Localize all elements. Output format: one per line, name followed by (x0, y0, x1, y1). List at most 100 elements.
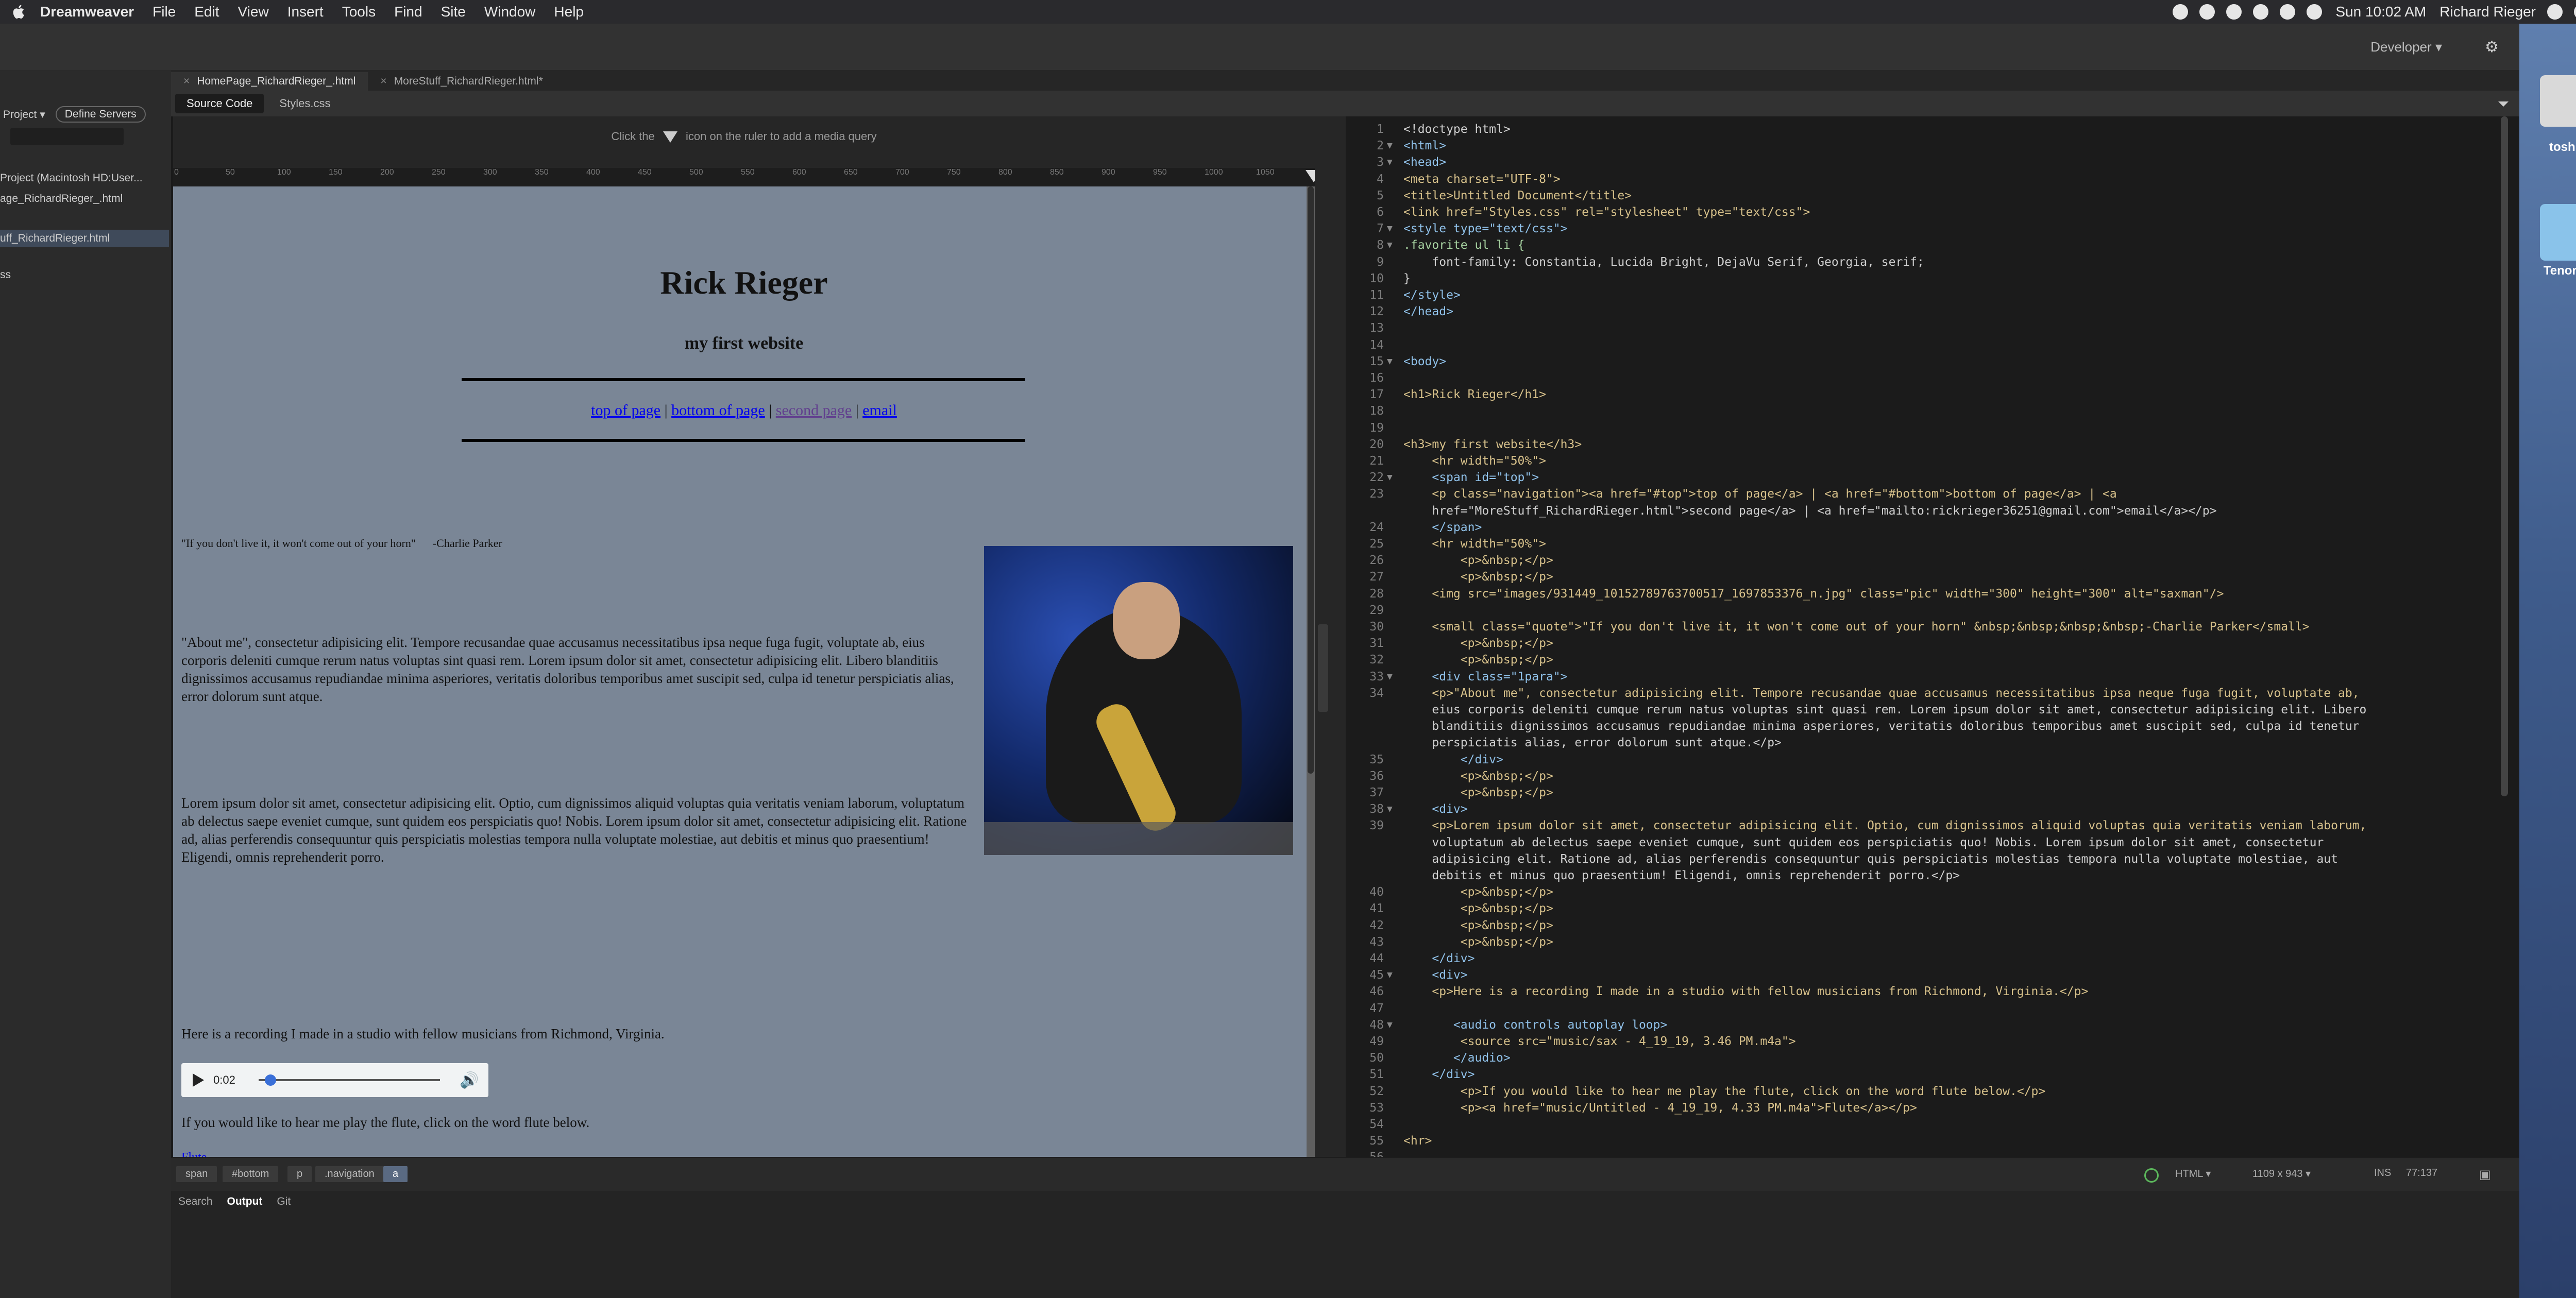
code-line[interactable]: href="MoreStuff_RichardRieger.html">seco… (1403, 504, 2216, 518)
tab-output[interactable]: Output (220, 1193, 270, 1210)
files-tree-root[interactable]: Project (Macintosh HD:User... (0, 172, 143, 184)
code-line[interactable]: </audio> (1403, 1051, 1511, 1065)
view-splitter[interactable] (1315, 116, 1346, 1157)
code-line[interactable]: .favorite ul li { (1403, 238, 1524, 252)
code-line[interactable]: <p>&nbsp;</p> (1403, 786, 1553, 799)
code-line[interactable]: <h1>Rick Rieger</h1> (1403, 388, 1546, 401)
code-line[interactable]: </div> (1403, 753, 1503, 766)
code-view[interactable]: 1 <!doctype html> 2 ▼ <html> 3 ▼ <head> 4 <meta c… (1346, 116, 2519, 1164)
close-icon[interactable]: × (380, 75, 386, 87)
scrollbar-thumb[interactable] (1308, 186, 1314, 774)
code-line[interactable]: <p>&nbsp;</p> (1403, 935, 1553, 949)
tab-homepage[interactable]: × HomePage_RichardRieger_.html (171, 72, 368, 91)
folder-label[interactable]: Tenor Sax (2519, 264, 2576, 278)
code-line[interactable]: </div> (1403, 1068, 1475, 1081)
splitter-grip[interactable] (1318, 624, 1328, 712)
menu-help[interactable]: Help (554, 4, 584, 20)
menu-insert[interactable]: Insert (287, 4, 324, 20)
fold-toggle-icon[interactable]: ▼ (1387, 1019, 1393, 1030)
code-line[interactable]: <hr> (1403, 1134, 1432, 1148)
code-line[interactable]: </span> (1403, 521, 1482, 534)
menu-view[interactable]: View (238, 4, 269, 20)
folder-icon[interactable] (2540, 204, 2576, 261)
ruler[interactable]: 0 50 100 150 200 250 300 350 400 450 500 550 600 650 7… (173, 168, 1322, 186)
code-line[interactable]: <hr width="50%"> (1403, 537, 1546, 551)
code-line[interactable]: <p>&nbsp;</p> (1403, 919, 1553, 932)
document-type-select[interactable]: HTML ▾ (2175, 1167, 2211, 1180)
code-line[interactable]: <span id="top"> (1403, 471, 1539, 484)
airplay-icon[interactable] (2280, 4, 2296, 20)
window-size-select[interactable]: 1109 x 943 ▾ (2252, 1167, 2311, 1180)
preview-icon[interactable]: ▣ (2479, 1167, 2491, 1182)
close-icon[interactable]: × (183, 75, 190, 87)
code-line[interactable]: </head> (1403, 305, 1453, 318)
code-line[interactable]: <img src="images/931449_1015278976370051… (1403, 587, 2224, 601)
code-line[interactable]: <p>&nbsp;</p> (1403, 653, 1553, 667)
siri-icon[interactable] (2574, 4, 2576, 20)
code-line[interactable]: <title>Untitled Document</title> (1403, 189, 1632, 202)
code-line[interactable]: <p>&nbsp;</p> (1403, 637, 1553, 650)
code-line[interactable]: voluptatum ab delectus saepe eveniet cum… (1403, 836, 2324, 849)
code-line[interactable]: <p>If you would like to hear me play the… (1403, 1085, 2045, 1098)
code-line[interactable]: </style> (1403, 288, 1461, 302)
code-view-scrollbar[interactable] (2501, 116, 2508, 796)
bluetooth-icon[interactable] (2226, 4, 2242, 20)
wifi-icon[interactable] (2253, 4, 2269, 20)
menu-site[interactable]: Site (441, 4, 466, 20)
code-line[interactable]: <audio controls autoplay loop> (1403, 1018, 1667, 1032)
play-icon[interactable] (193, 1073, 204, 1087)
nav-email-link[interactable]: email (862, 402, 897, 419)
menu-clock[interactable]: Sun 10:02 AM (2335, 4, 2426, 20)
code-line[interactable]: <body> (1403, 355, 1446, 368)
files-tree-item[interactable]: age_RichardRieger_.html (0, 193, 123, 205)
code-line[interactable]: <div> (1403, 968, 1467, 982)
files-tree-item[interactable]: ss (0, 269, 11, 281)
project-dropdown[interactable]: Project ▾ (3, 108, 45, 121)
tag-selector-span[interactable]: span (176, 1166, 217, 1182)
code-line[interactable]: <div class="1para"> (1403, 670, 1567, 684)
related-styles-css[interactable]: Styles.css (268, 94, 342, 113)
audio-progress-knob[interactable] (265, 1074, 276, 1086)
code-line[interactable]: <h3>my first website</h3> (1403, 438, 1582, 451)
tab-morestuff[interactable]: × MoreStuff_RichardRieger.html* (368, 72, 555, 91)
flute-link[interactable]: Flute (181, 1151, 207, 1157)
menu-file[interactable]: File (152, 4, 176, 20)
tab-search[interactable]: Search (171, 1193, 220, 1210)
code-line[interactable]: <p>&nbsp;</p> (1403, 902, 1553, 915)
fold-toggle-icon[interactable]: ▼ (1387, 671, 1393, 682)
fold-toggle-icon[interactable]: ▼ (1387, 356, 1393, 367)
no-errors-icon[interactable] (2144, 1168, 2159, 1183)
code-line[interactable]: <p class="navigation"><a href="#top">top… (1403, 487, 2116, 501)
define-servers-button[interactable]: Define Servers (55, 106, 146, 123)
related-source-code[interactable]: Source Code (175, 94, 264, 113)
code-line[interactable]: perspiciatis alias, error dolorum sunt a… (1403, 736, 1782, 749)
code-line[interactable]: <source src="music/sax - 4_19_19, 3.46 P… (1403, 1035, 1796, 1048)
settings-gear-icon[interactable]: ⚙ (2485, 38, 2499, 56)
tab-git[interactable]: Git (269, 1193, 298, 1210)
code-line[interactable]: <html> (1403, 139, 1446, 152)
tag-selector-p[interactable]: p (287, 1166, 312, 1182)
volume-icon[interactable]: 🔊 (460, 1071, 479, 1089)
code-line[interactable]: <p>&nbsp;</p> (1403, 885, 1553, 899)
code-line[interactable]: <hr width="50%"> (1403, 454, 1546, 468)
menu-tools[interactable]: Tools (342, 4, 376, 20)
tag-selector-a[interactable]: a (383, 1166, 408, 1182)
workspace-switcher[interactable]: Developer ▾ (2370, 39, 2442, 55)
menu-window[interactable]: Window (484, 4, 536, 20)
code-line[interactable]: blanditiis dignissimos accusamus repudia… (1403, 720, 2359, 733)
fold-toggle-icon[interactable]: ▼ (1387, 157, 1393, 167)
fold-toggle-icon[interactable]: ▼ (1387, 240, 1393, 250)
code-line[interactable]: </div> (1403, 952, 1475, 965)
nav-bottom-link[interactable]: bottom of page (671, 402, 765, 419)
filter-icon[interactable]: ⏷ (2498, 96, 2509, 113)
apple-icon[interactable] (10, 3, 28, 21)
code-line[interactable]: } (1403, 272, 1411, 285)
code-line[interactable]: adipisicing elit. Ratione ad, alias perf… (1403, 852, 2338, 866)
menu-find[interactable]: Find (394, 4, 422, 20)
code-line[interactable]: debitis et minus quo praesentium! Eligen… (1403, 869, 1960, 882)
live-view[interactable]: Rick Rieger my first website top of page… (173, 186, 1315, 1157)
code-line[interactable]: eius corporis deleniti cumque rerum natu… (1403, 703, 2366, 716)
code-line[interactable]: <link href="Styles.css" rel="stylesheet"… (1403, 206, 1810, 219)
nav-second-page-link[interactable]: second page (776, 402, 852, 419)
code-line[interactable]: <p>&nbsp;</p> (1403, 570, 1553, 584)
